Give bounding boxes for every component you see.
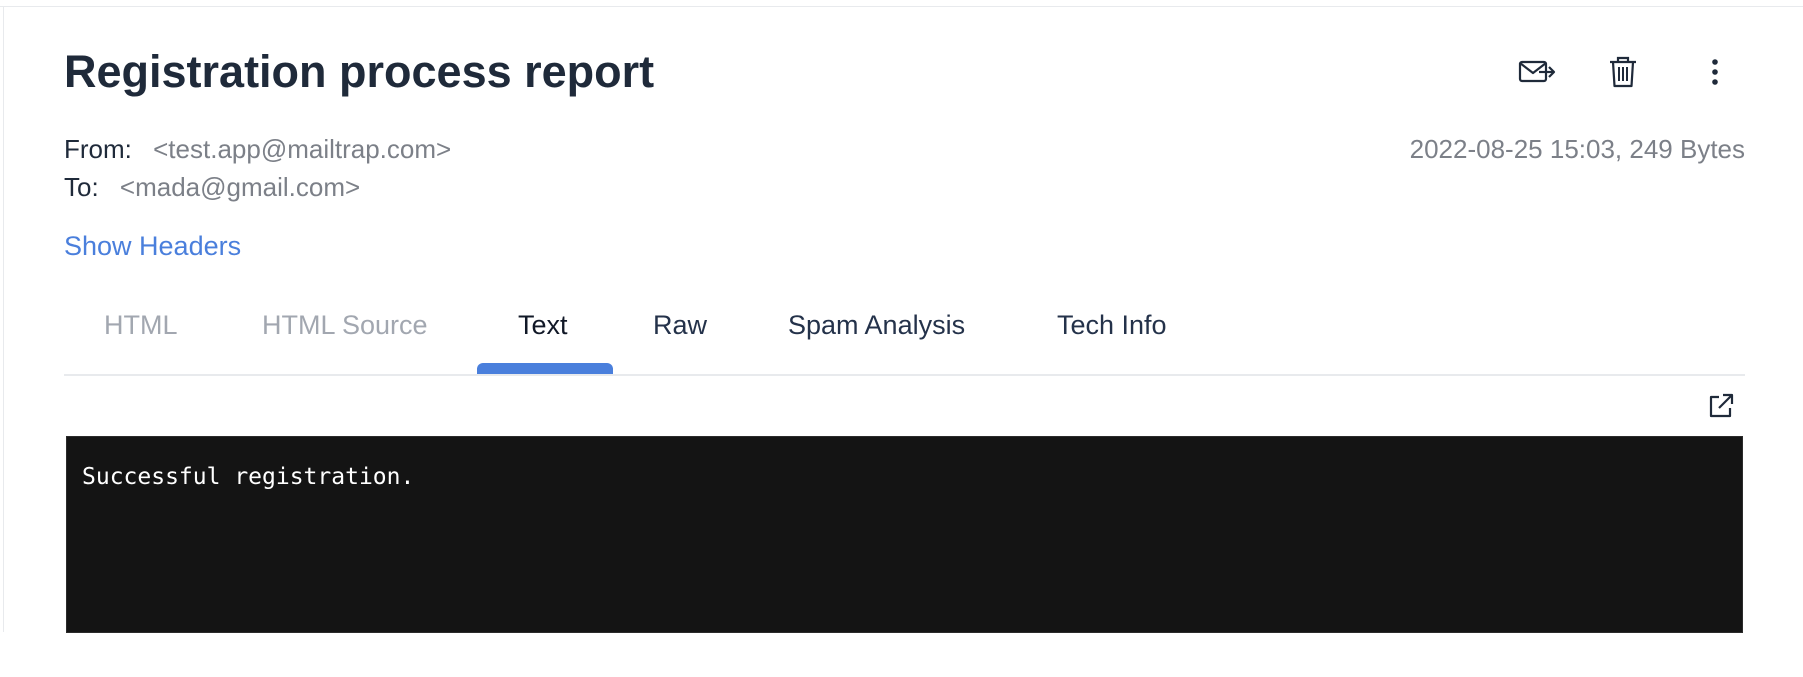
- envelope-arrow-icon: [1518, 60, 1556, 83]
- message-body-text: Successful registration.: [82, 464, 415, 490]
- email-subject: Registration process report: [64, 46, 655, 97]
- to-row: To: <mada@gmail.com>: [64, 171, 360, 203]
- left-divider: [3, 6, 4, 632]
- tab-tech-info[interactable]: Tech Info: [1057, 308, 1167, 342]
- trash-icon: [1610, 56, 1636, 88]
- more-options-button[interactable]: [1693, 52, 1737, 92]
- from-row: From: <test.app@mailtrap.com>: [64, 133, 451, 165]
- view-tabs: HTML HTML Source Text Raw Spam Analysis …: [64, 300, 1745, 376]
- message-text-body: Successful registration.: [66, 436, 1743, 633]
- tab-raw[interactable]: Raw: [653, 308, 707, 342]
- from-address: <test.app@mailtrap.com>: [153, 134, 452, 164]
- vertical-ellipsis-icon: [1712, 59, 1718, 85]
- message-actions: [1515, 52, 1745, 92]
- active-tab-indicator: [477, 363, 613, 374]
- to-address: <mada@gmail.com>: [119, 172, 361, 202]
- email-viewer: Registration process report From: <test.…: [0, 0, 1803, 677]
- tab-text[interactable]: Text: [518, 308, 568, 342]
- external-link-icon: [1709, 393, 1734, 418]
- tab-spam-analysis[interactable]: Spam Analysis: [788, 308, 965, 342]
- show-headers-link[interactable]: Show Headers: [64, 229, 241, 263]
- top-divider: [0, 6, 1803, 7]
- tab-html[interactable]: HTML: [104, 308, 178, 342]
- date-and-size: 2022-08-25 15:03, 249 Bytes: [1409, 134, 1745, 164]
- open-in-new-window-button[interactable]: [1705, 390, 1737, 422]
- tab-html-source[interactable]: HTML Source: [262, 308, 428, 342]
- delete-email-button[interactable]: [1601, 52, 1645, 92]
- to-label: To:: [64, 172, 99, 202]
- from-label: From:: [64, 134, 132, 164]
- forward-email-button[interactable]: [1515, 52, 1559, 92]
